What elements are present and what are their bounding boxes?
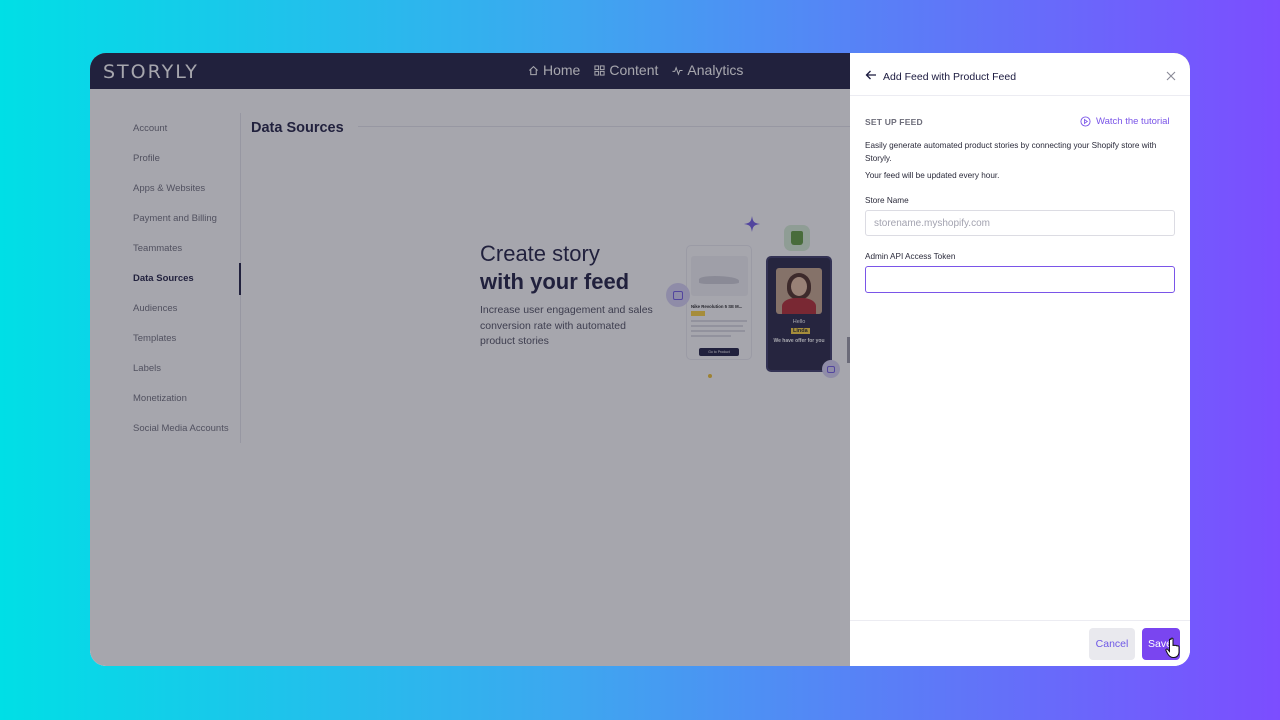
drawer-title: Add Feed with Product Feed	[883, 71, 1017, 83]
store-name-input[interactable]	[865, 210, 1175, 236]
watch-tutorial-label: Watch the tutorial	[1096, 116, 1170, 127]
drawer-footer: Cancel Save	[850, 620, 1190, 666]
app-window: STORYLY Home Content Analytics Account P…	[90, 53, 1190, 666]
drawer-header: Add Feed with Product Feed	[850, 53, 1190, 96]
store-name-label: Store Name	[865, 196, 909, 205]
watch-tutorial-link[interactable]: Watch the tutorial	[1080, 116, 1170, 127]
play-circle-icon	[1080, 116, 1091, 127]
api-token-input[interactable]	[865, 266, 1175, 293]
hand-cursor-icon	[1165, 637, 1180, 658]
api-token-label: Admin API Access Token	[865, 252, 956, 261]
update-note: Your feed will be updated every hour.	[865, 171, 1000, 180]
back-arrow-icon[interactable]	[865, 69, 877, 81]
section-label: SET UP FEED	[865, 117, 923, 127]
close-icon[interactable]	[1166, 71, 1176, 81]
cancel-button[interactable]: Cancel	[1089, 628, 1135, 660]
modal-backdrop[interactable]	[90, 53, 850, 666]
drawer-description: Easily generate automated product storie…	[865, 141, 1157, 163]
add-feed-drawer: Add Feed with Product Feed SET UP FEED W…	[850, 53, 1190, 666]
